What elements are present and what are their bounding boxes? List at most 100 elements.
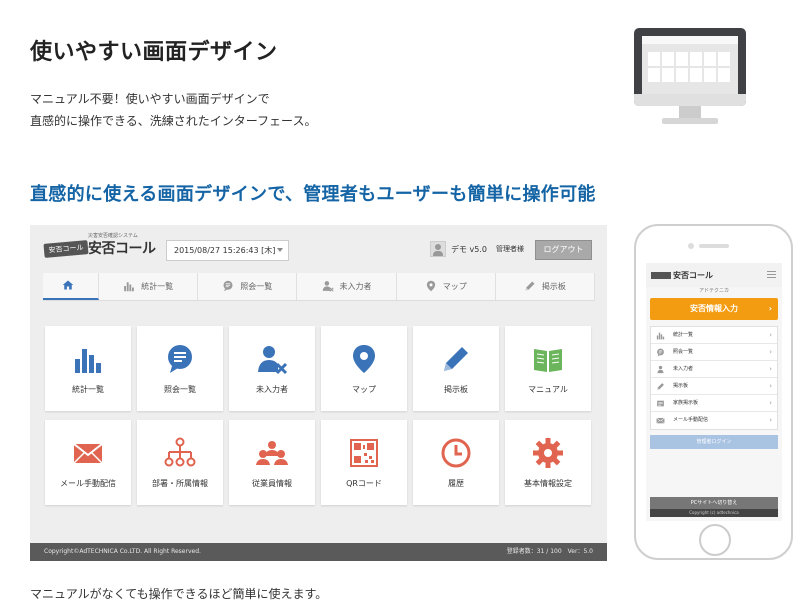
mobile-menu-list: 統計一覧 › 照会一覧 › 未入力者 › 掲示板 › 家族掲示板 › メール手動配信 ›: [650, 326, 778, 430]
chevron-down-icon: [277, 248, 283, 252]
menu-tile[interactable]: QRコード: [321, 420, 407, 505]
menu-tile-label: 未入力者: [256, 385, 288, 394]
logout-button[interactable]: ログアウト: [535, 240, 592, 260]
org-chart-icon: [137, 437, 223, 469]
nav-item[interactable]: 照会一覧: [198, 273, 298, 300]
menu-tile[interactable]: 履歴: [413, 420, 499, 505]
mobile-menu-label: 照会一覧: [673, 349, 694, 355]
nav-item-label: マップ: [442, 282, 467, 291]
section-heading: 直感的に使える画面デザインで、管理者もユーザーも簡単に操作可能: [30, 184, 596, 205]
menu-tile[interactable]: マニュアル: [505, 326, 591, 411]
mobile-header: 安否コール: [646, 263, 782, 287]
monitor-base: [662, 118, 718, 124]
hamburger-menu-icon[interactable]: [767, 271, 776, 278]
mobile-logo: 安否コール: [651, 270, 713, 281]
menu-tile[interactable]: 未入力者: [229, 326, 315, 411]
nav-item[interactable]: 未入力者: [297, 273, 397, 300]
chevron-right-icon: ›: [769, 416, 772, 424]
menu-tile[interactable]: メール手動配信: [45, 420, 131, 505]
safety-input-button[interactable]: 安否情報入力 ›: [650, 298, 778, 320]
monitor-display: [642, 36, 738, 94]
monitor-grid: [648, 52, 730, 82]
menu-tile[interactable]: 統計一覧: [45, 326, 131, 411]
user-avatar-icon: [430, 241, 446, 257]
chevron-right-icon: ›: [768, 304, 772, 313]
pencil-icon: [524, 280, 536, 294]
mobile-menu-label: 統計一覧: [673, 332, 694, 338]
nav-item[interactable]: 統計一覧: [99, 273, 199, 300]
menu-tile[interactable]: 照会一覧: [137, 326, 223, 411]
clock-icon: [413, 437, 499, 469]
chat-icon: [137, 343, 223, 375]
nav-home[interactable]: [43, 273, 99, 300]
menu-tile-label: QRコード: [346, 479, 382, 488]
camera-icon: [688, 243, 694, 249]
main-nav: 統計一覧 照会一覧 未入力者 マップ 掲示板: [43, 273, 596, 301]
mail-icon: [656, 416, 665, 433]
menu-tile[interactable]: 掲示板: [413, 326, 499, 411]
qr-code-icon: [321, 437, 407, 469]
datetime-value: 2015/08/27 15:26:43 [木]: [174, 246, 276, 255]
bar-chart-icon: [45, 343, 131, 375]
home-icon: [62, 279, 74, 293]
logo-text: 安否コール: [88, 241, 156, 257]
user-x-icon: [229, 343, 315, 375]
monitor-screen: [634, 28, 746, 106]
speaker-grille: [699, 244, 729, 248]
app-screenshot: 安否コール 災害安否確認システム 安否コール 2015/08/27 15:26:…: [30, 225, 607, 561]
mobile-menu-item[interactable]: 照会一覧 ›: [651, 344, 777, 361]
phone-illustration: 安否コール アドテクニカ 安否情報入力 › 統計一覧 › 照会一覧 › 未入力者 › 掲示板 ›…: [634, 224, 793, 560]
mobile-menu-item[interactable]: 掲示板 ›: [651, 378, 777, 395]
monitor-chin: [634, 94, 746, 106]
chevron-right-icon: ›: [769, 399, 772, 407]
app-footer: Copyright©AdTECHNICA Co.LTD. All Right R…: [30, 543, 607, 561]
book-icon: [505, 343, 591, 375]
menu-tile[interactable]: 従業員情報: [229, 420, 315, 505]
menu-tile-label: 部署・所属情報: [152, 479, 208, 488]
menu-tile[interactable]: 部署・所属情報: [137, 420, 223, 505]
people-icon: [229, 437, 315, 469]
map-pin-icon: [321, 343, 407, 375]
mobile-menu-label: 家族掲示板: [673, 400, 699, 406]
intro-text: マニュアル不要！使いやすい画面デザインで 直感的に操作できる、洗練されたインター…: [30, 88, 316, 132]
datetime-select[interactable]: 2015/08/27 15:26:43 [木]: [166, 240, 289, 261]
menu-tile-label: 基本情報設定: [524, 479, 572, 488]
chevron-right-icon: ›: [769, 331, 772, 339]
menu-tile-label: 統計一覧: [72, 385, 104, 394]
menu-tile-label: マップ: [352, 385, 376, 394]
user-role: 管理者様: [496, 245, 524, 253]
chevron-right-icon: ›: [769, 348, 772, 356]
chevron-right-icon: ›: [769, 382, 772, 390]
home-button: [699, 524, 731, 556]
menu-tile-label: 従業員情報: [252, 479, 292, 488]
menu-tile-label: 履歴: [448, 479, 464, 488]
nav-item-label: 未入力者: [339, 282, 372, 291]
menu-tile[interactable]: マップ: [321, 326, 407, 411]
mobile-copyright: Copyright (c) adtechnica: [650, 509, 778, 517]
nav-item[interactable]: マップ: [397, 273, 496, 300]
user-name: デモ v5.0: [451, 245, 487, 254]
admin-login-button[interactable]: 管理者ログイン: [650, 435, 778, 449]
mobile-menu-item[interactable]: メール手動配信 ›: [651, 412, 777, 429]
gear-icon: [505, 437, 591, 469]
nav-item-label: 統計一覧: [141, 282, 174, 291]
page-title: 使いやすい画面デザイン: [30, 40, 278, 65]
mobile-menu-label: 掲示板: [673, 383, 689, 389]
mobile-menu-item[interactable]: 家族掲示板 ›: [651, 395, 777, 412]
registration-count: 登録者数：31 / 100 Ver：5.0: [506, 548, 593, 555]
app-logo: 安否コール 災害安否確認システム 安否コール: [43, 233, 156, 260]
nav-item[interactable]: 掲示板: [496, 273, 596, 300]
mobile-menu-item[interactable]: 統計一覧 ›: [651, 327, 777, 344]
chevron-right-icon: ›: [769, 365, 772, 373]
pc-site-switch-link[interactable]: PCサイトへ切り替え: [650, 497, 778, 509]
mobile-menu-item[interactable]: 未入力者 ›: [651, 361, 777, 378]
map-pin-icon: [425, 280, 437, 294]
user-x-icon: [322, 280, 334, 294]
footer-text: マニュアルがなくても操作できるほど簡単に使えます。: [30, 587, 328, 601]
copyright-text: Copyright©AdTECHNICA Co.LTD. All Right R…: [44, 548, 201, 555]
menu-tile[interactable]: 基本情報設定: [505, 420, 591, 505]
monitor-display-bar: [642, 36, 738, 44]
menu-tiles: 統計一覧 照会一覧 未入力者 マップ 掲示板 マニュアルメール手動配信 部署・所属情報 従業員…: [45, 326, 591, 505]
mobile-menu-label: メール手動配信: [673, 417, 709, 423]
pencil-icon: [413, 343, 499, 375]
